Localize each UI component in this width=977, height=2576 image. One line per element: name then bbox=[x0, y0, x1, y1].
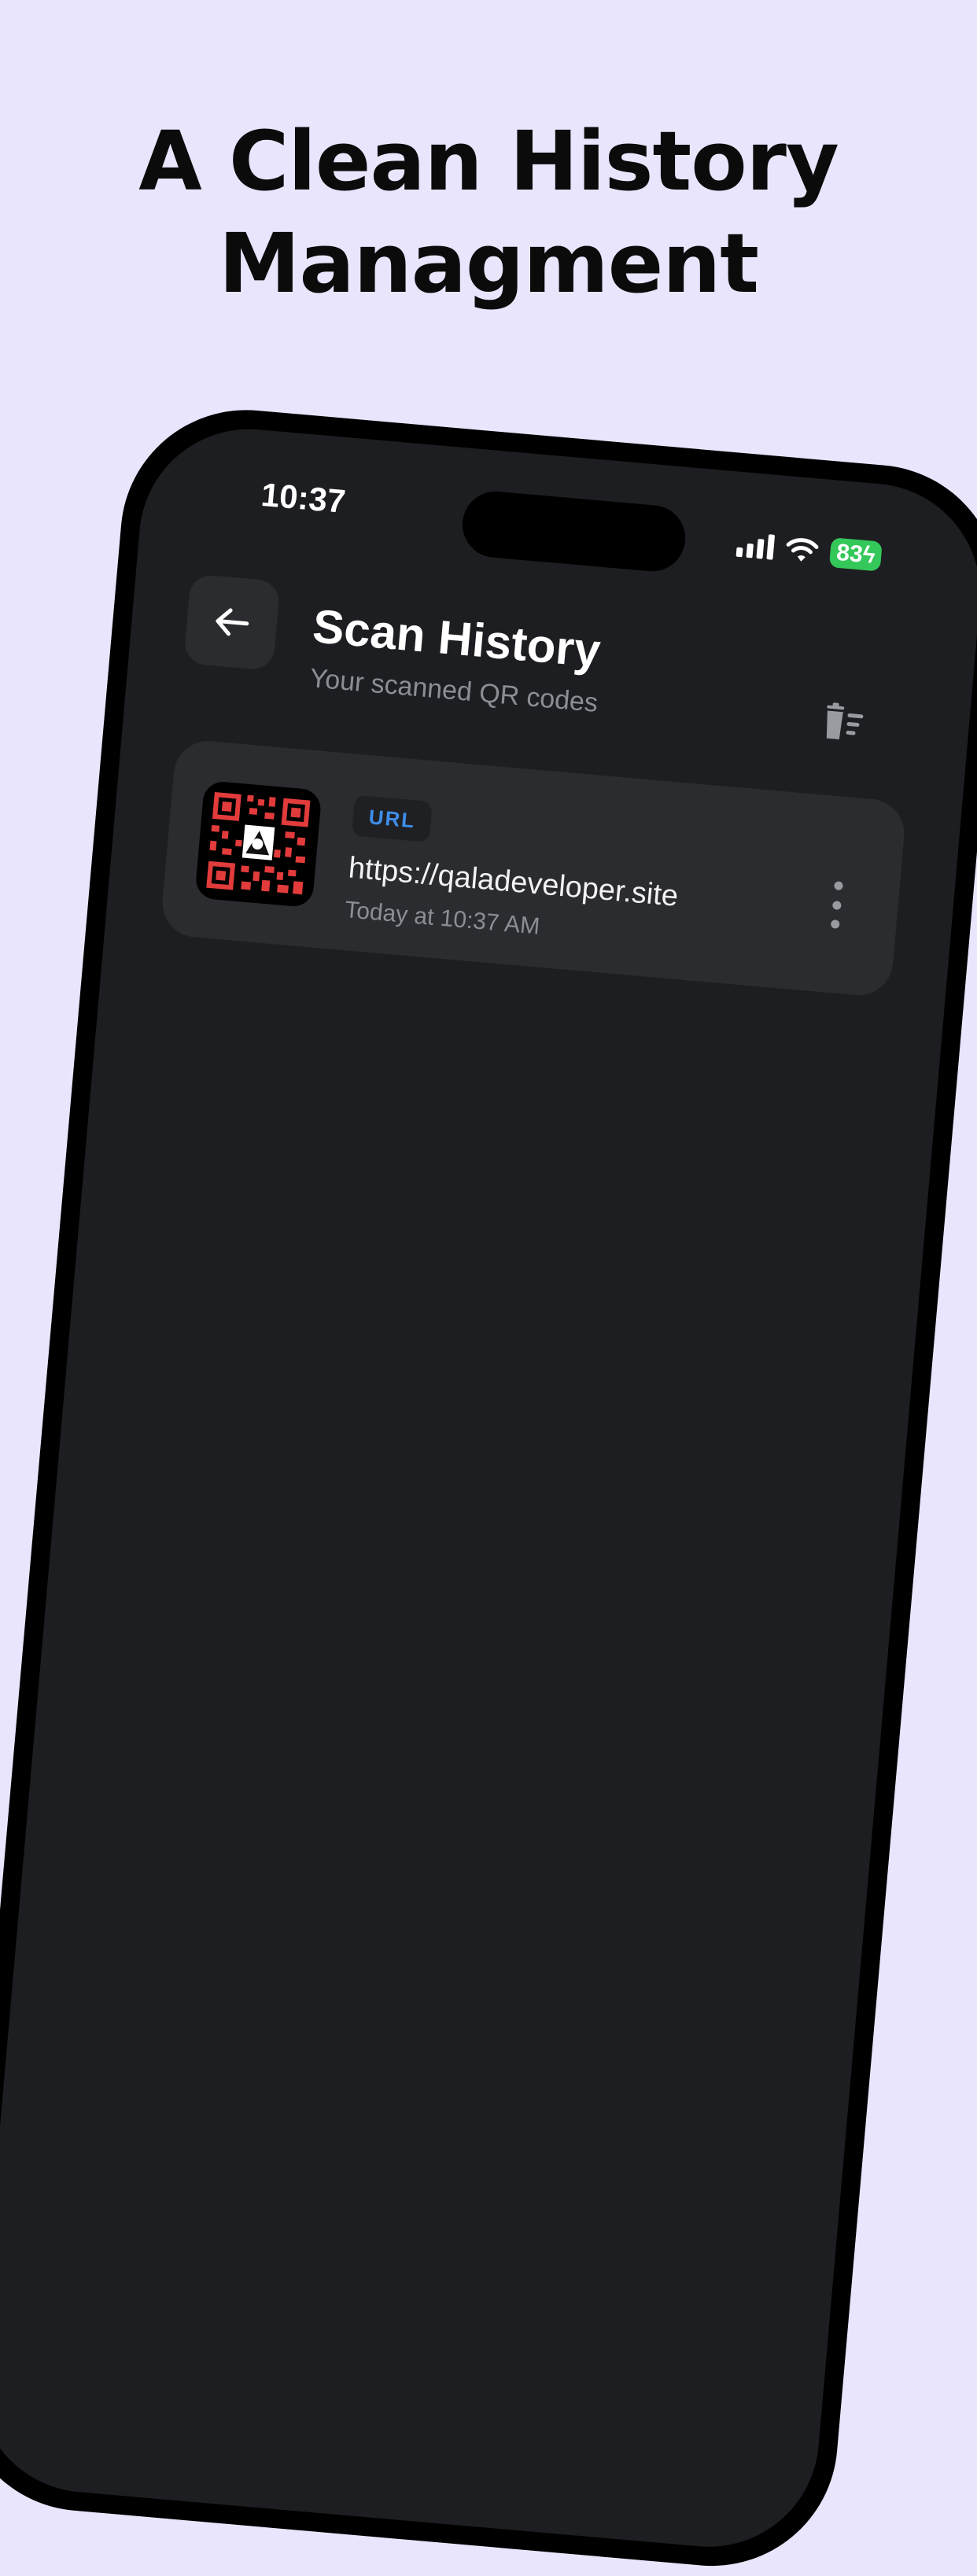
scan-timestamp: Today at 10:37 AM bbox=[344, 897, 541, 940]
cellular-signal-icon bbox=[736, 532, 776, 560]
phone-screen: 10:37 83ϟ Scan History Your scanned QR c… bbox=[0, 420, 977, 2556]
arrow-left-icon bbox=[216, 608, 249, 636]
back-button[interactable] bbox=[183, 573, 281, 671]
dynamic-island bbox=[459, 488, 688, 574]
phone-frame: 10:37 83ϟ Scan History Your scanned QR c… bbox=[0, 400, 977, 2576]
headline-line-2: Managment bbox=[219, 216, 759, 311]
marketing-headline: A Clean History Managment bbox=[0, 110, 977, 315]
type-badge: URL bbox=[351, 794, 433, 843]
clear-history-button[interactable] bbox=[821, 702, 867, 745]
charging-bolt-icon: ϟ bbox=[861, 541, 876, 569]
qr-code-icon bbox=[194, 779, 323, 908]
headline-line-1: A Clean History bbox=[138, 113, 839, 209]
history-item[interactable]: URL https://qaladeveloper.site Today at … bbox=[159, 738, 908, 998]
page-title: Scan History bbox=[310, 599, 603, 677]
wifi-icon bbox=[786, 538, 819, 562]
status-icons: 83ϟ bbox=[736, 529, 883, 573]
more-vertical-icon[interactable] bbox=[827, 881, 846, 930]
status-time: 10:37 bbox=[260, 475, 348, 521]
battery-indicator: 83ϟ bbox=[828, 537, 883, 572]
battery-level: 83 bbox=[835, 539, 865, 568]
